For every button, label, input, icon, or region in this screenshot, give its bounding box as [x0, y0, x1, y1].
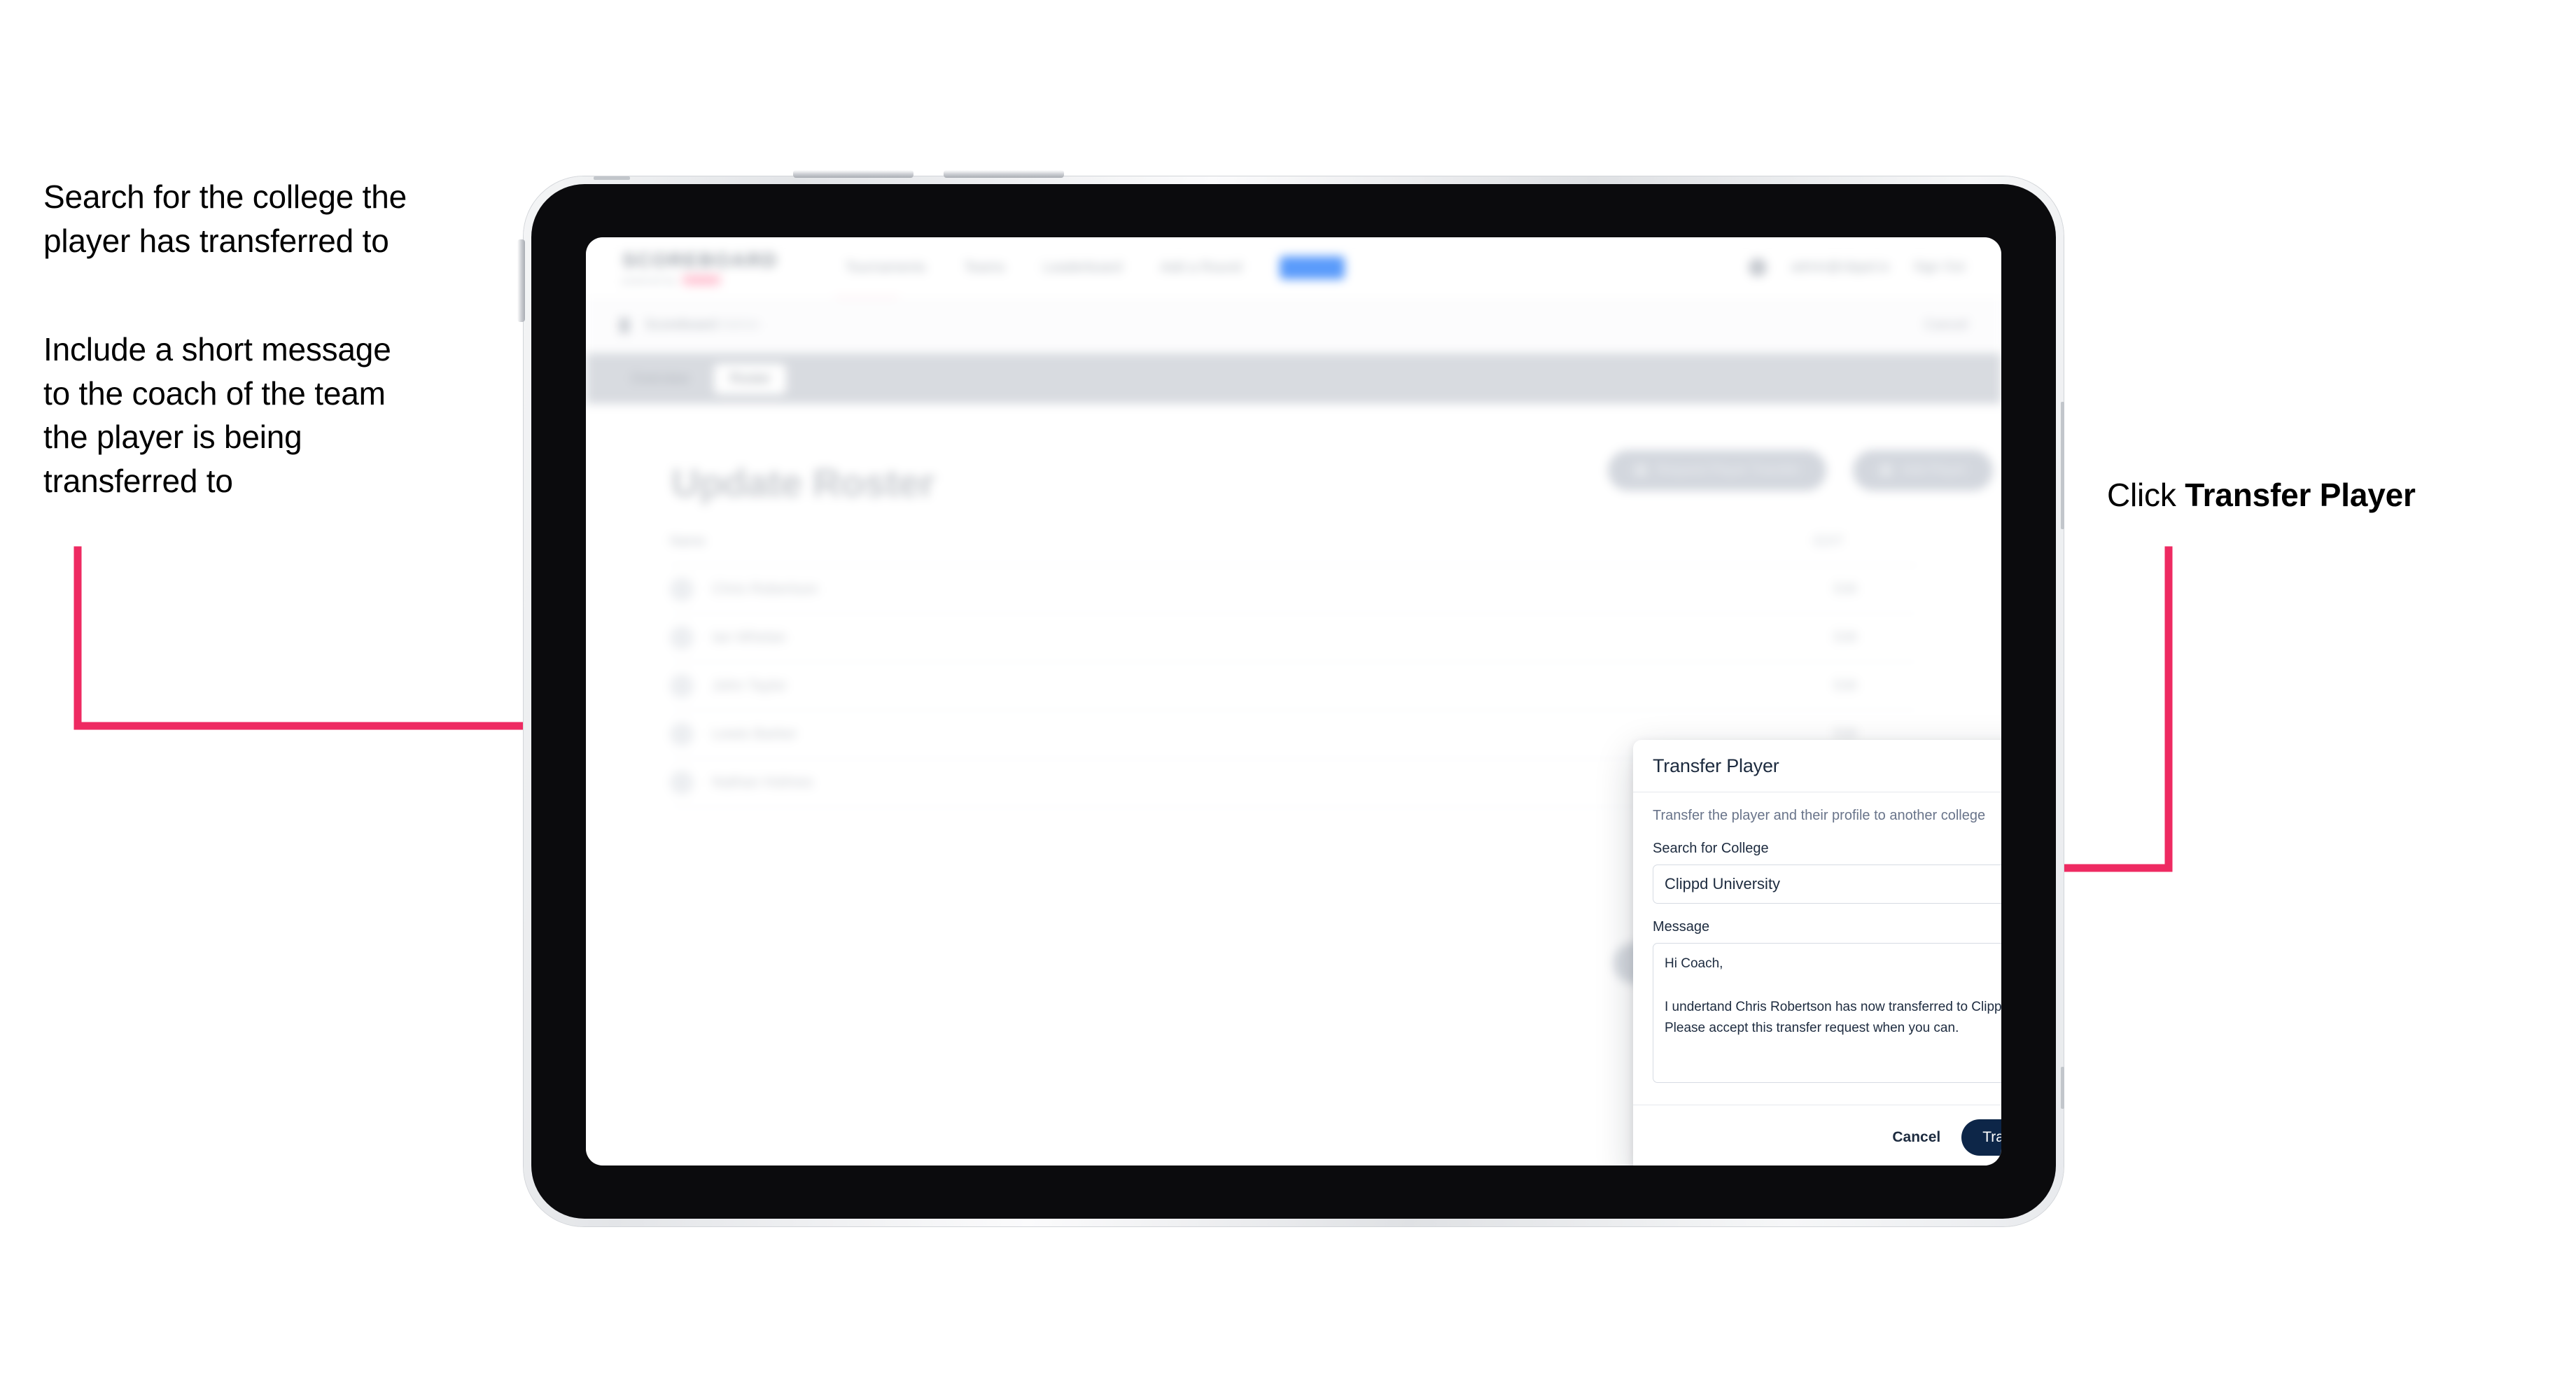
request-player-transfer-label: Request Player Transfer	[1656, 463, 1800, 477]
request-player-transfer-button[interactable]: Request Player Transfer	[1608, 450, 1826, 491]
plus-icon	[1879, 464, 1892, 477]
annotation-click-transfer-player: Click Transfer Player	[2107, 473, 2527, 517]
breadcrumb-cancel-link[interactable]: Cancel	[1924, 317, 1968, 333]
antenna-band-right-upper	[2061, 402, 2064, 529]
avatar	[670, 674, 694, 698]
page-title: Update Roster	[671, 461, 935, 505]
edit-link[interactable]: Edit	[1814, 582, 1919, 597]
annotation-search-college: Search for the college the player has tr…	[43, 178, 407, 259]
dialog-title: Transfer Player	[1653, 755, 1779, 776]
player-name: Lewis Barker	[712, 726, 797, 742]
search-college-input[interactable]	[1653, 864, 2001, 904]
table-row[interactable]: Chris Robertson Edit	[670, 566, 1919, 614]
nav-user-email: admin@clippd.io	[1791, 260, 1890, 274]
app-nav-links: Tournaments Teams Leaderboard Add a Roun…	[845, 255, 1345, 279]
pencil-icon	[1814, 583, 1826, 596]
nav-item-add-a-round[interactable]: Add a Round	[1160, 260, 1242, 276]
power-button[interactable]	[517, 239, 525, 322]
edit-label: Edit	[1834, 678, 1857, 693]
player-name: John Taylor	[712, 678, 788, 694]
breadcrumb-icon	[620, 317, 629, 333]
player-name: Chris Robertson	[712, 581, 818, 597]
roster-table-header: Name EDIT	[670, 519, 1919, 566]
player-name: Ian Whelan	[712, 629, 787, 645]
app-logo-wordmark: SCOREBOARD	[622, 249, 778, 271]
nav-item-leaderboard[interactable]: Leaderboard	[1043, 260, 1122, 276]
volume-down-button[interactable]	[944, 170, 1064, 178]
transfer-player-dialog: Transfer Player Transfer the player and …	[1633, 740, 2001, 1166]
nav-item-tournaments[interactable]: Tournaments	[845, 260, 926, 276]
antenna-band-right-lower	[2061, 1067, 2064, 1109]
column-header-name: Name	[670, 534, 706, 549]
transfer-icon	[1634, 464, 1647, 477]
field-search-for-college: Search for College	[1653, 841, 2001, 904]
transfer-player-button[interactable]: Transfer Player	[1961, 1119, 2001, 1156]
app-logo-badge: clippd	[682, 274, 721, 286]
annotation-right-bold: Transfer Player	[2185, 477, 2416, 513]
annotation-include-message: Include a short message to the coach of …	[43, 331, 391, 499]
column-header-edit: EDIT	[1814, 534, 1844, 549]
avatar	[670, 626, 694, 650]
app-top-navigation: SCOREBOARD powered by clippd Tournaments…	[586, 237, 2001, 300]
avatar	[670, 578, 694, 601]
volume-up-button[interactable]	[793, 170, 913, 178]
avatar	[670, 722, 694, 746]
table-row[interactable]: John Taylor Edit	[670, 662, 1919, 710]
tablet-device-mockup: SCOREBOARD powered by clippd Tournaments…	[517, 170, 2064, 1226]
player-name: Nathan Holmes	[712, 774, 813, 790]
breadcrumb-label: Scoreboard	[645, 317, 718, 332]
message-textarea[interactable]	[1653, 943, 2001, 1083]
dialog-header: Transfer Player	[1633, 740, 2001, 792]
add-player-label: Add Player	[1901, 463, 1967, 477]
dialog-footer: Cancel Transfer Player	[1633, 1105, 2001, 1166]
app-breadcrumb-bar: Scoreboard Admin Cancel	[586, 298, 2001, 354]
dialog-subtitle: Transfer the player and their profile to…	[1653, 808, 1986, 823]
nav-item-teams[interactable]: Teams	[964, 260, 1005, 276]
pencil-icon	[1814, 680, 1826, 692]
tab-roster[interactable]: Roster	[714, 363, 787, 394]
cancel-button[interactable]: Cancel	[1889, 1124, 1943, 1152]
edit-link[interactable]: Edit	[1814, 678, 1919, 694]
add-player-button[interactable]: Add Player	[1853, 450, 1993, 491]
dialog-body: Transfer the player and their profile to…	[1633, 792, 2001, 1105]
app-logo-poweredby: powered by	[622, 274, 677, 286]
edit-label: Edit	[1834, 630, 1857, 645]
tablet-screen: SCOREBOARD powered by clippd Tournaments…	[586, 237, 2001, 1166]
sign-out-link[interactable]: Sign Out	[1913, 260, 1965, 275]
app-logo-subtitle: powered by clippd	[622, 274, 778, 286]
tablet-bezel: SCOREBOARD powered by clippd Tournaments…	[531, 184, 2056, 1219]
field-message: Message	[1653, 919, 2001, 1086]
breadcrumb: Scoreboard Admin	[645, 317, 760, 333]
antenna-band-top	[594, 176, 630, 180]
message-label: Message	[1653, 919, 1710, 934]
nav-item-admin[interactable]: Admin	[1279, 255, 1345, 279]
breadcrumb-sublabel: Admin	[720, 317, 760, 332]
app-tab-strip: Overview Roster	[586, 354, 2001, 404]
app-nav-right: admin@clippd.io Sign Out	[1749, 258, 1965, 276]
search-college-label: Search for College	[1653, 841, 1769, 856]
annotation-right-prefix: Click	[2107, 477, 2185, 513]
edit-label: Edit	[1834, 582, 1857, 596]
edit-link[interactable]: Edit	[1814, 630, 1919, 645]
tab-overview[interactable]: Overview	[615, 364, 704, 394]
avatar[interactable]	[1749, 258, 1768, 276]
pencil-icon	[1814, 728, 1826, 741]
table-row[interactable]: Ian Whelan Edit	[670, 614, 1919, 662]
pencil-icon	[1814, 631, 1826, 644]
avatar	[670, 771, 694, 794]
app-logo[interactable]: SCOREBOARD powered by clippd	[622, 249, 778, 286]
